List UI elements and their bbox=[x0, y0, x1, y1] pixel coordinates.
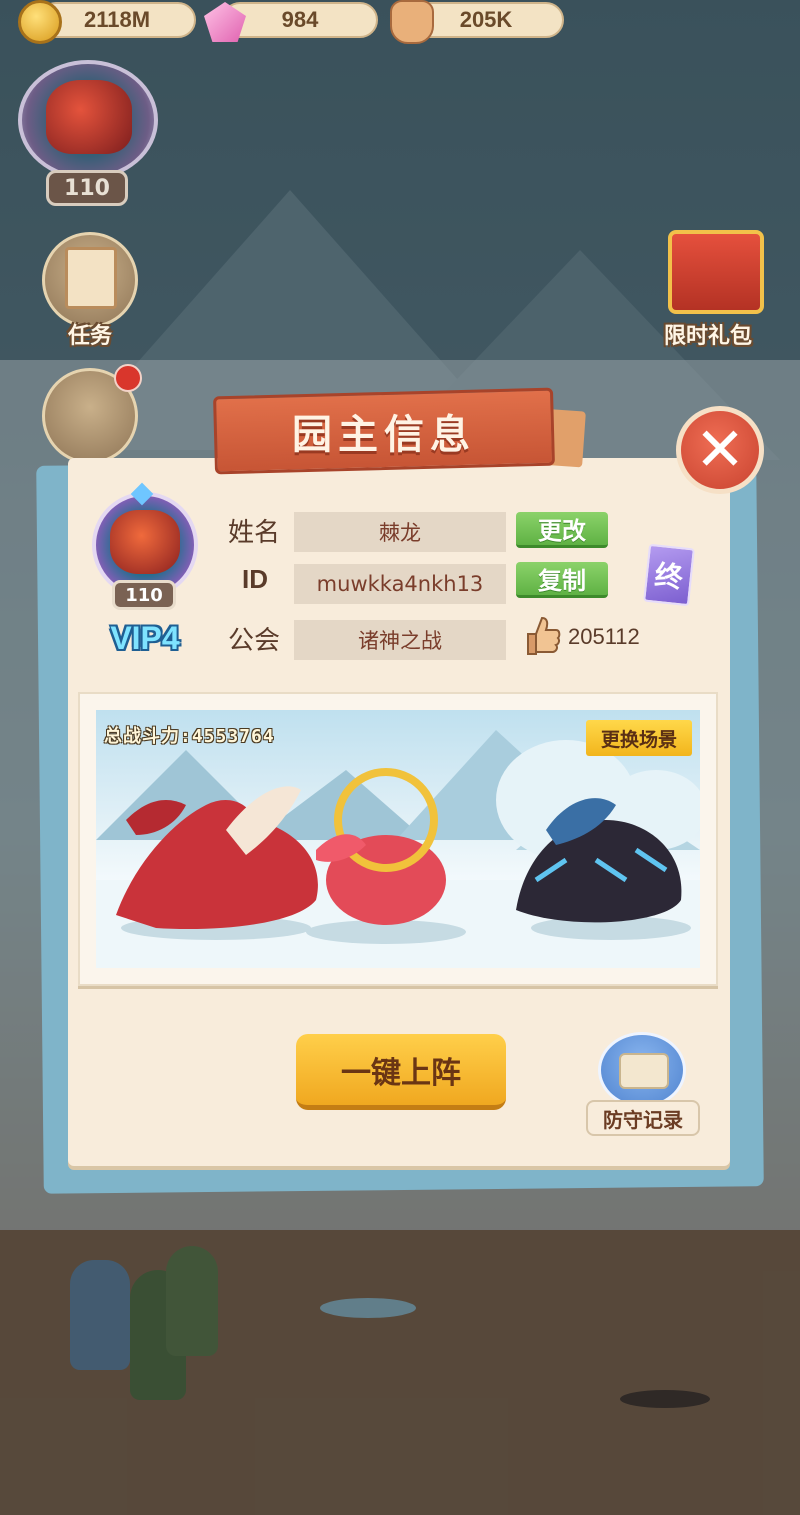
player-level-badge: 110 bbox=[46, 170, 128, 206]
copy-id-button[interactable]: 复制 bbox=[516, 562, 608, 598]
id-label: ID bbox=[242, 564, 268, 594]
scroll-icon[interactable] bbox=[598, 1032, 686, 1108]
change-name-button[interactable]: 更改 bbox=[516, 512, 608, 548]
limited-gift-label[interactable]: 限时礼包 bbox=[664, 318, 752, 350]
gift-box-icon[interactable] bbox=[668, 230, 764, 314]
vip-badge: VIP4 bbox=[110, 619, 180, 656]
gem-counter: 984 bbox=[222, 2, 378, 38]
avatar-level-badge: 110 bbox=[112, 580, 176, 610]
book-glyph: 终 bbox=[653, 558, 685, 595]
modal-title: 园主信息 bbox=[292, 412, 476, 458]
thumbs-up-icon[interactable] bbox=[522, 614, 562, 658]
name-field: 棘龙 bbox=[294, 512, 506, 552]
close-icon: ✕ bbox=[694, 415, 746, 485]
book-icon[interactable]: 终 bbox=[643, 543, 695, 607]
scroll-paper bbox=[619, 1053, 669, 1089]
notification-dot bbox=[114, 364, 142, 392]
clipboard-icon bbox=[65, 247, 117, 309]
guild-value: 诸神之战 bbox=[358, 629, 442, 653]
total-power: 总战斗力:4553764 bbox=[104, 726, 275, 747]
guild-label: 公会 bbox=[228, 626, 281, 656]
id-field: muwkka4nkh13 bbox=[294, 564, 506, 604]
name-label: 姓名 bbox=[228, 518, 281, 548]
like-count: 205112 bbox=[568, 624, 640, 649]
tasks-label: 任务 bbox=[68, 324, 113, 349]
dragon-avatar-icon bbox=[110, 510, 180, 574]
defense-record-button[interactable]: 防守记录 bbox=[586, 1100, 700, 1136]
change-scene-button[interactable]: 更换场景 bbox=[586, 720, 692, 756]
one-click-deploy-button[interactable]: 一键上阵 bbox=[296, 1034, 506, 1110]
likes-value: 205K bbox=[459, 7, 513, 32]
id-value: muwkka4nkh13 bbox=[316, 572, 484, 596]
player-level-text: 110 bbox=[64, 175, 110, 201]
guild-field: 诸神之战 bbox=[294, 620, 506, 660]
gem-value: 984 bbox=[281, 7, 319, 32]
close-button[interactable]: ✕ bbox=[676, 406, 764, 494]
avatar-level-text: 110 bbox=[125, 584, 163, 606]
tasks-button[interactable] bbox=[42, 232, 138, 328]
gold-value: 2118M bbox=[83, 7, 151, 32]
thumbs-up-icon bbox=[390, 0, 434, 44]
fire-dragon-figure bbox=[116, 786, 318, 930]
dragon-portrait-icon bbox=[46, 80, 132, 154]
name-value: 棘龙 bbox=[379, 521, 421, 545]
gold-coin-icon bbox=[18, 0, 62, 44]
